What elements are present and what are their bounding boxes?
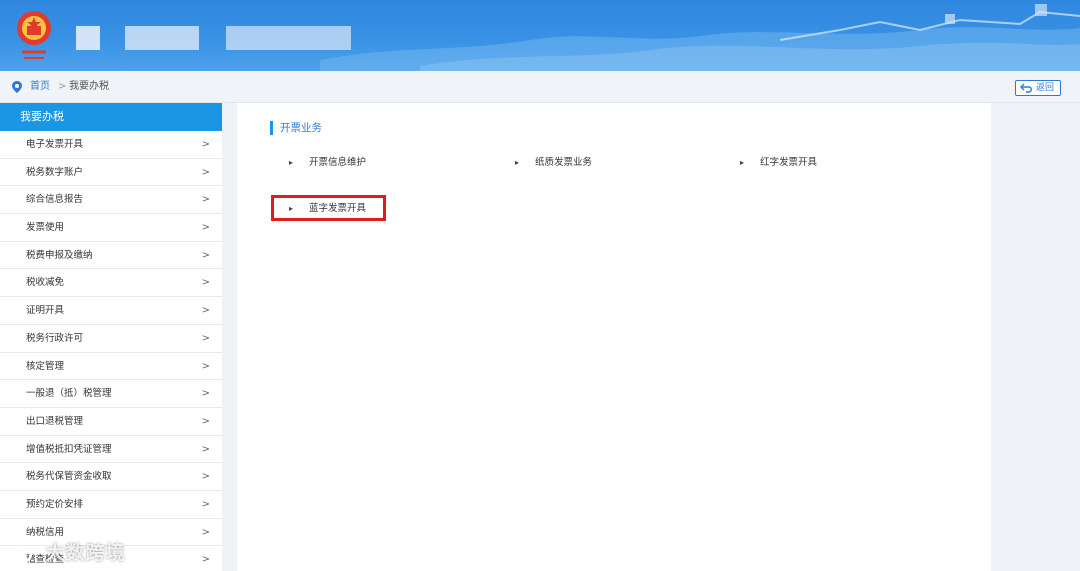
sidebar: 我要办税 电子发票开具 > 税务数字账户 > 综合信息报告 > 发票使用 > 税费申报及… [0, 103, 222, 571]
sidebar-item-label: 税收减免 [26, 277, 65, 289]
link-label: 纸质发票业务 [535, 157, 593, 168]
chevron-right-icon: > [201, 166, 210, 178]
chevron-right-icon: > [201, 388, 210, 400]
link-label: 开票信息维护 [309, 157, 367, 168]
title-obscured-block-3 [226, 26, 351, 50]
highlight-annotation-box [271, 195, 386, 221]
back-button-label: 返回 [1036, 83, 1055, 93]
sidebar-item-label: 税务代保管资金收取 [26, 471, 112, 483]
sidebar-item-assessment[interactable]: 核定管理 > [0, 353, 222, 381]
sidebar-item-general-refund[interactable]: 一般退（抵）税管理 > [0, 380, 222, 408]
main-content-panel: 开票业务 ▸ 开票信息维护 ▸ 纸质发票业务 ▸ 红字发票开具 ▸ 蓝字发票开具 [237, 103, 991, 571]
sidebar-item-invoice-use[interactable]: 发票使用 > [0, 214, 222, 242]
chevron-right-icon: > [201, 249, 210, 261]
bullet-arrow-icon: ▸ [289, 158, 294, 167]
sidebar-item-label: 一般退（抵）税管理 [26, 388, 112, 400]
sidebar-item-label: 电子发票开具 [26, 139, 84, 150]
chevron-right-icon: > [201, 277, 210, 289]
top-header [0, 0, 1080, 71]
sidebar-item-custody-funds[interactable]: 税务代保管资金收取 > [0, 463, 222, 491]
watermark: 大数跨境 [8, 538, 126, 564]
link-paper-invoice[interactable]: ▸ 纸质发票业务 [515, 157, 592, 169]
sidebar-item-pricing-arrangement[interactable]: 预约定价安排 > [0, 491, 222, 519]
link-label: 红字发票开具 [760, 157, 818, 168]
sidebar-item-label: 综合信息报告 [26, 194, 84, 206]
sidebar-item-digital-account[interactable]: 税务数字账户 > [0, 159, 222, 187]
chevron-right-icon: > [201, 443, 210, 455]
breadcrumb-separator: > [58, 81, 67, 92]
sidebar-item-label: 核定管理 [26, 360, 65, 372]
bullet-arrow-icon: ▸ [515, 158, 520, 167]
sidebar-item-info-report[interactable]: 综合信息报告 > [0, 186, 222, 215]
chevron-right-icon: > [201, 305, 210, 317]
sidebar-item-label: 预约定价安排 [26, 498, 84, 510]
sidebar-item-export-refund[interactable]: 出口退税管理 > [0, 408, 222, 436]
chevron-right-icon: > [201, 471, 210, 483]
location-pin-icon [12, 81, 22, 93]
chevron-right-icon: > [201, 139, 210, 150]
sidebar-item-label: 增值税抵扣凭证管理 [26, 443, 112, 455]
back-arrow-icon [1020, 83, 1032, 93]
sidebar-item-admin-license[interactable]: 税务行政许可 > [0, 325, 222, 353]
watermark-text: 大数跨境 [45, 542, 126, 564]
breadcrumb-current: 我要办税 [69, 81, 109, 92]
sidebar-item-tax-filing[interactable]: 税费申报及缴纳 > [0, 242, 222, 270]
breadcrumb: 首页 > 我要办税 [0, 71, 1080, 103]
link-red-invoice[interactable]: ▸ 红字发票开具 [740, 157, 817, 169]
sidebar-item-label: 税务行政许可 [26, 332, 84, 344]
sidebar-title[interactable]: 我要办税 [0, 103, 222, 131]
bullet-arrow-icon: ▸ [740, 158, 745, 167]
chevron-right-icon: > [201, 526, 210, 538]
chevron-right-icon: > [201, 498, 210, 510]
sidebar-item-label: 证明开具 [26, 305, 65, 317]
sidebar-item-label: 税费申报及缴纳 [26, 249, 93, 261]
sidebar-item-label: 税务数字账户 [26, 166, 84, 178]
national-emblem-logo [17, 11, 51, 59]
great-wall-banner-image [320, 4, 1080, 71]
chevron-right-icon: > [201, 332, 210, 344]
chevron-right-icon: > [201, 554, 210, 566]
sidebar-item-label: 发票使用 [26, 222, 65, 234]
sidebar-item-tax-relief[interactable]: 税收减免 > [0, 269, 222, 298]
sidebar-item-label: 出口退税管理 [26, 415, 84, 427]
chevron-right-icon: > [201, 194, 210, 206]
link-invoice-info-maintenance[interactable]: ▸ 开票信息维护 [289, 157, 366, 169]
sidebar-item-label: 纳税信用 [26, 526, 65, 538]
title-obscured-block-1 [76, 26, 100, 50]
sidebar-item-e-invoice[interactable]: 电子发票开具 > [0, 131, 222, 159]
sidebar-item-certificate[interactable]: 证明开具 > [0, 297, 222, 325]
chevron-right-icon: > [201, 360, 210, 372]
breadcrumb-home-link[interactable]: 首页 [30, 80, 50, 94]
section-title: 开票业务 [270, 121, 322, 135]
watermark-logo-icon [9, 545, 33, 562]
sidebar-item-vat-deduction[interactable]: 增值税抵扣凭证管理 > [0, 436, 222, 464]
chevron-right-icon: > [201, 415, 210, 427]
chevron-right-icon: > [201, 222, 210, 234]
title-obscured-block-2 [125, 26, 199, 50]
sidebar-menu: 电子发票开具 > 税务数字账户 > 综合信息报告 > 发票使用 > 税费申报及缴纳 > 税… [0, 131, 222, 571]
back-button[interactable]: 返回 [1015, 80, 1061, 96]
